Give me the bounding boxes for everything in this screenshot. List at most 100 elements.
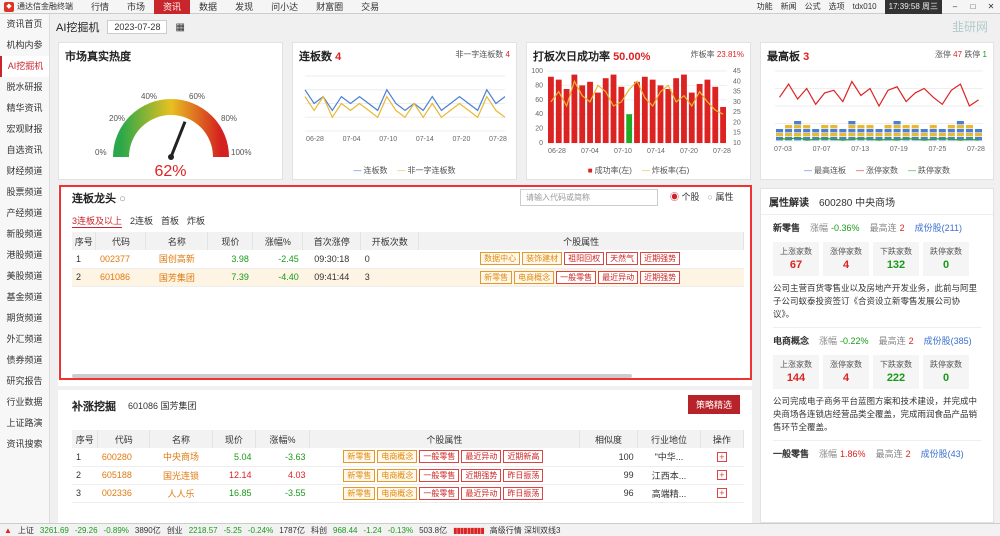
sidebar-item[interactable]: 港股频道 — [0, 245, 49, 266]
column-header[interactable]: 序号 — [72, 430, 99, 448]
attr-tag[interactable]: 一般零售 — [419, 468, 460, 482]
concept-name[interactable]: 一般零售 — [773, 447, 809, 460]
bar — [594, 92, 601, 143]
sidebar-item[interactable]: 新股频道 — [0, 224, 49, 245]
sidebar-item[interactable]: 研究报告 — [0, 371, 49, 392]
sidebar-item[interactable]: 精华资讯 — [0, 98, 49, 119]
sidebar-item[interactable]: 基金频道 — [0, 287, 49, 308]
y2-tick-label: 25 — [733, 109, 741, 116]
sidebar-item[interactable]: 产经频道 — [0, 203, 49, 224]
sidebar-item[interactable]: 机构内参 — [0, 35, 49, 56]
sidebar-item[interactable]: 行业数据 — [0, 392, 49, 413]
column-header[interactable]: 相似度 — [579, 430, 639, 448]
series-line-zhangting — [779, 80, 979, 108]
sidebar-item[interactable]: 外汇频道 — [0, 329, 49, 350]
y2-tick-label: 35 — [733, 89, 741, 96]
attr-tag[interactable]: 新零售 — [343, 450, 376, 464]
stock-code[interactable]: 605188 — [97, 466, 150, 485]
menu-item[interactable]: 资讯 — [154, 0, 191, 14]
bar-segment — [965, 133, 973, 137]
y2-tick-label: 40 — [733, 78, 741, 85]
sidebar-item[interactable]: 脱水研报 — [0, 77, 49, 98]
stock-code[interactable]: 002336 — [97, 484, 150, 503]
bar-segment — [839, 133, 847, 137]
top-tool-item[interactable]: 新闻 — [781, 1, 797, 12]
sidebar-item[interactable]: 宏观财报 — [0, 119, 49, 140]
sh-change: -29.26 — [74, 525, 98, 535]
bar-segment — [902, 125, 910, 129]
attr-tag[interactable]: 近期新高 — [503, 450, 544, 464]
table-row[interactable]: 1 600280 中央商场 5.04 -3.63 新零售 电商概念 一般零售 最近异动 近期新高 1… — [72, 448, 744, 467]
attr-tag[interactable]: 昨日振荡 — [503, 486, 544, 500]
calendar-icon[interactable]: ▦ — [175, 22, 184, 33]
date-picker[interactable]: 2023-07-28 — [107, 20, 168, 34]
table-row[interactable]: 2 605188 国光连锁 12.14 4.03 新零售 电商概念 一般零售 近期强势 昨日振荡 9… — [72, 466, 744, 485]
concept-name[interactable]: 电商概念 — [773, 334, 809, 347]
attr-tag[interactable]: 一般零售 — [419, 486, 460, 500]
top-tool-item[interactable]: 公式 — [805, 1, 821, 12]
attr-tag[interactable]: 最近异动 — [461, 450, 502, 464]
add-watch-icon[interactable]: + — [716, 451, 727, 462]
stock-name[interactable]: 中央商场 — [149, 448, 213, 467]
sidebar-item[interactable]: 资讯首页 — [0, 14, 49, 35]
y-tick-label: 100 — [531, 68, 543, 75]
y2-tick-label: 20 — [733, 119, 741, 126]
sidebar-item[interactable]: AI挖掘机 — [0, 56, 49, 77]
table-row[interactable]: 3 002336 人人乐 16.85 -3.55 新零售 电商概念 一般零售 最近异动 昨日振荡 9… — [72, 484, 744, 503]
sidebar-item[interactable]: 股票频道 — [0, 182, 49, 203]
stock-code[interactable]: 600280 — [97, 448, 150, 467]
sidebar-item[interactable]: 美股频道 — [0, 266, 49, 287]
column-header[interactable]: 行业地位 — [637, 430, 701, 448]
maximize-icon[interactable]: □ — [968, 2, 978, 11]
menu-item[interactable]: 财富圈 — [307, 0, 352, 14]
attr-tag[interactable]: 新零售 — [343, 486, 376, 500]
menu-item[interactable]: 行情 — [82, 0, 118, 14]
column-header[interactable]: 代码 — [97, 430, 151, 448]
concept-name[interactable]: 新零售 — [773, 221, 800, 234]
constituents-link[interactable]: 成份股(211) — [915, 221, 962, 234]
sidebar-item[interactable]: 期货频道 — [0, 308, 49, 329]
stock-price: 5.04 — [212, 448, 256, 467]
attr-tag[interactable]: 最近异动 — [461, 486, 502, 500]
concept-high-value: 2 — [905, 449, 911, 459]
sidebar-item[interactable]: 资讯搜索 — [0, 434, 49, 455]
column-header[interactable]: 涨幅% — [255, 430, 310, 448]
menu-item[interactable]: 市场 — [118, 0, 154, 14]
constituents-link[interactable]: 成份股(43) — [921, 447, 964, 460]
menu-item[interactable]: 发现 — [226, 0, 262, 14]
stock-name[interactable]: 国光连锁 — [149, 466, 213, 485]
attr-tag[interactable]: 一般零售 — [419, 450, 460, 464]
add-watch-icon[interactable]: + — [716, 488, 727, 498]
attr-tag[interactable]: 电商概念 — [377, 486, 418, 500]
menu-item[interactable]: 数据 — [190, 0, 226, 14]
attr-tag[interactable]: 新零售 — [343, 468, 376, 482]
minimize-icon[interactable]: – — [950, 2, 960, 11]
sidebar-item[interactable]: 自选资讯 — [0, 140, 49, 161]
sidebar-item[interactable]: 上证路演 — [0, 413, 49, 434]
attr-tag[interactable]: 电商概念 — [377, 468, 418, 482]
close-icon[interactable]: ✕ — [986, 2, 996, 11]
column-header[interactable]: 操作 — [700, 430, 745, 448]
column-header[interactable]: 个股属性 — [309, 430, 580, 448]
bar-segment — [893, 129, 901, 133]
column-header[interactable]: 现价 — [212, 430, 257, 448]
constituents-link[interactable]: 成份股(385) — [924, 334, 972, 347]
bar — [634, 81, 640, 143]
add-watch-icon[interactable]: + — [716, 470, 727, 480]
row-action: + — [700, 484, 744, 503]
sidebar-item[interactable]: 财经频道 — [0, 161, 49, 182]
sidebar-item[interactable]: 债券频道 — [0, 350, 49, 371]
column-header[interactable]: 名称 — [149, 430, 213, 448]
stat-box: 跌停家数 0 — [923, 242, 969, 276]
attr-tag[interactable]: 近期强势 — [461, 468, 502, 482]
menu-item[interactable]: 交易 — [352, 0, 388, 14]
attr-tag[interactable]: 电商概念 — [377, 450, 418, 464]
top-tool-item[interactable]: 功能 — [757, 1, 773, 12]
y-tick-label: 40 — [535, 111, 543, 118]
attr-tag[interactable]: 昨日振荡 — [503, 468, 544, 482]
strategy-button[interactable]: 策略精选 — [688, 395, 741, 414]
top-tool-item[interactable]: 选项 — [829, 1, 845, 12]
stock-name[interactable]: 人人乐 — [149, 484, 213, 503]
stock-change: -3.55 — [255, 484, 310, 503]
menu-item[interactable]: 问小达 — [262, 0, 307, 14]
